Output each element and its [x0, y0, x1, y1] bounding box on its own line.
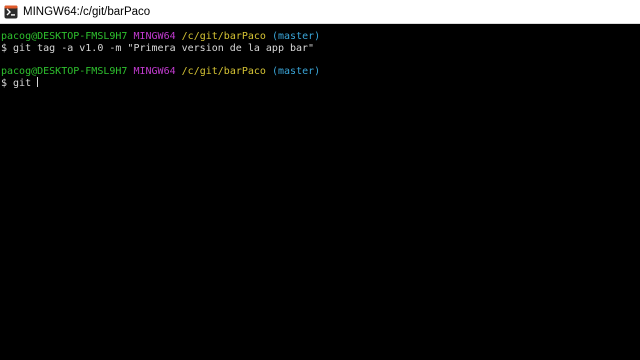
text-cursor: [37, 77, 39, 87]
terminal-window: MINGW64:/c/git/barPaco pacog@DESKTOP-FMS…: [0, 0, 640, 360]
terminal-output[interactable]: pacog@DESKTOP-FMSL9H7 MINGW64 /c/git/bar…: [0, 31, 640, 360]
prompt-user-host: pacog@DESKTOP-FMSL9H7: [1, 65, 128, 77]
title-bar[interactable]: MINGW64:/c/git/barPaco: [0, 0, 640, 24]
prompt-path: /c/git/barPaco: [181, 65, 266, 77]
prompt-line: pacog@DESKTOP-FMSL9H7 MINGW64 /c/git/bar…: [1, 66, 640, 78]
prompt-branch: (master): [271, 31, 321, 42]
prompt-branch: (master): [271, 65, 321, 77]
prompt-user-host: pacog@DESKTOP-FMSL9H7: [1, 31, 128, 42]
window-title: MINGW64:/c/git/barPaco: [23, 5, 151, 18]
git-bash-icon: [4, 5, 18, 19]
prompt-line: pacog@DESKTOP-FMSL9H7 MINGW64 /c/git/bar…: [1, 31, 640, 43]
current-command[interactable]: $ git: [1, 78, 37, 89]
command-line: $ git tag -a v1.0 -m "Primera version de…: [1, 42, 315, 54]
input-line[interactable]: $ git: [1, 77, 640, 89]
prompt-env: MINGW64: [133, 31, 176, 42]
prompt-env: MINGW64: [133, 65, 176, 77]
prompt-path: /c/git/barPaco: [181, 31, 266, 42]
